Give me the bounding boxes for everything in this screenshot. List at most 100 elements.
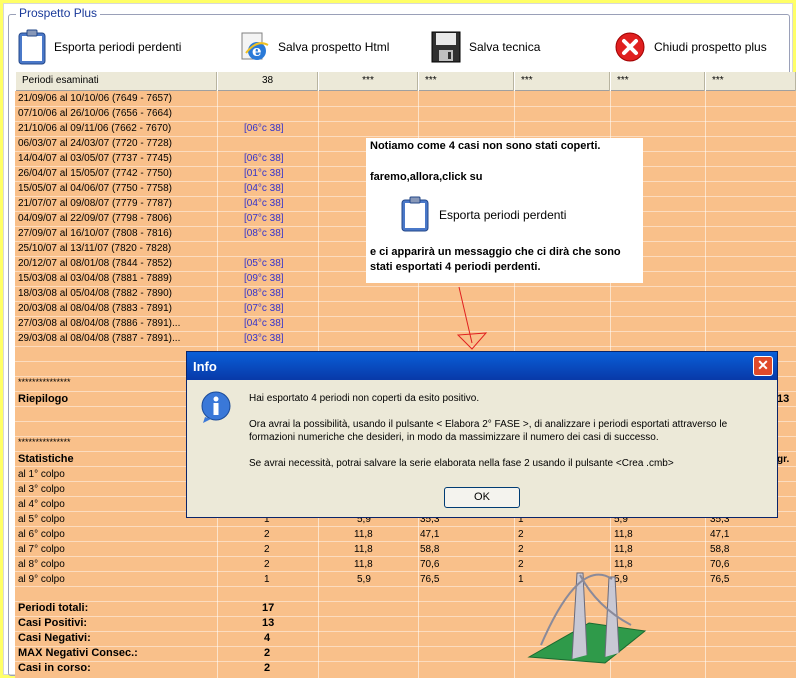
colpo-label: al 9° colpo — [18, 574, 65, 585]
period-range: 06/03/07 al 24/03/07 (7720 - 7728) — [18, 138, 173, 149]
header-col-6[interactable]: *** — [610, 72, 705, 91]
period-range: 15/03/08 al 03/04/08 (7881 - 7889) — [18, 273, 173, 284]
period-hint: [08°c 38] — [244, 228, 284, 239]
note-line: stati esportati 4 periodi perdenti. — [370, 261, 541, 273]
row-divider — [15, 106, 796, 107]
period-hint: [05°c 38] — [244, 258, 284, 269]
colpo-label: al 1° colpo — [18, 469, 65, 480]
row-divider — [15, 331, 796, 332]
header-col-38[interactable]: 38 — [217, 72, 318, 91]
note-line: faremo,allora,click su — [370, 171, 483, 183]
save-technique-label: Salva tecnica — [469, 40, 541, 54]
colpo-label: al 3° colpo — [18, 484, 65, 495]
header-periodi-esaminati[interactable]: Periodi esaminati — [15, 72, 217, 91]
header-col-5[interactable]: *** — [514, 72, 610, 91]
row-divider — [15, 571, 796, 572]
period-range: 29/03/08 al 08/04/08 (7887 - 7891)... — [18, 333, 181, 344]
header-col-3[interactable]: *** — [318, 72, 418, 91]
period-range: 21/10/06 al 09/11/06 (7662 - 7670) — [18, 123, 172, 134]
close-prospetto-label: Chiudi prospetto plus — [654, 40, 767, 54]
riepilogo-value: 13 — [777, 393, 790, 405]
colpo-value: 2 — [264, 529, 270, 540]
colpo-value: 47,1 — [710, 529, 730, 540]
period-range: 20/12/07 al 08/01/08 (7844 - 7852) — [18, 258, 173, 269]
colpo-label: al 8° colpo — [18, 559, 65, 570]
period-hint: [03°c 38] — [244, 333, 284, 344]
colpo-label: al 6° colpo — [18, 529, 65, 540]
period-hint: [01°c 38] — [244, 168, 284, 179]
colpo-value: 58,8 — [420, 544, 440, 555]
colpo-label: al 5° colpo — [18, 514, 65, 525]
period-range: 25/10/07 al 13/11/07 (7820 - 7828) — [18, 243, 172, 254]
period-range: 07/10/06 al 26/10/06 (7656 - 7664) — [18, 108, 173, 119]
colpo-label: al 7° colpo — [18, 544, 65, 555]
row-divider — [15, 601, 796, 602]
close-prospetto-button[interactable]: Chiudi prospetto plus — [614, 28, 767, 66]
dialog-message: Hai esportato 4 periodi non coperti da e… — [249, 393, 480, 404]
period-range: 14/04/07 al 03/05/07 (7737 - 7745) — [18, 153, 173, 164]
statistiche-label: Statistiche — [18, 453, 74, 465]
dialog-message: Ora avrai la possibilità, usando il puls… — [249, 419, 728, 430]
colpo-value: 47,1 — [420, 529, 440, 540]
period-hint: [04°c 38] — [244, 183, 284, 194]
colpo-label: al 4° colpo — [18, 499, 65, 510]
colpo-value: 2 — [518, 529, 524, 540]
colpo-value: 2 — [518, 559, 524, 570]
total-value: 17 — [262, 602, 275, 614]
table-header: Periodi esaminati 38 *** *** *** *** *** — [15, 72, 796, 91]
total-value: 4 — [264, 632, 271, 644]
colpo-value: 70,6 — [420, 559, 440, 570]
total-value: 2 — [264, 662, 271, 674]
row-divider — [15, 661, 796, 662]
floppy-disk-icon — [431, 31, 461, 63]
header-col-4[interactable]: *** — [418, 72, 514, 91]
colpo-value: 76,5 — [710, 574, 730, 585]
dialog-close-button[interactable]: ✕ — [753, 356, 773, 376]
clipboard-icon — [18, 29, 46, 65]
colpo-value: 58,8 — [710, 544, 730, 555]
save-html-button[interactable]: e Salva prospetto Html — [240, 28, 389, 66]
colpo-value: 11,8 — [354, 544, 373, 555]
period-range: 27/09/07 al 16/10/07 (7808 - 7816) — [18, 228, 173, 239]
colpo-value: 76,5 — [420, 574, 440, 585]
total-value: 2 — [264, 647, 271, 659]
period-hint: [06°c 38] — [244, 153, 284, 164]
period-hint: [06°c 38] — [244, 123, 284, 134]
group-title: Prospetto Plus — [16, 6, 101, 20]
period-range: 15/05/07 al 04/06/07 (7750 - 7758) — [18, 183, 173, 194]
row-divider — [15, 136, 796, 137]
dialog-title-bar[interactable]: Info ✕ — [187, 352, 777, 380]
period-range: 21/07/07 al 09/08/07 (7779 - 7787) — [18, 198, 173, 209]
period-hint: [08°c 38] — [244, 288, 284, 299]
export-losing-periods-button[interactable]: Esporta periodi perdenti — [18, 28, 181, 66]
save-technique-button[interactable]: Salva tecnica — [431, 28, 540, 66]
riepilogo-label: Riepilogo — [18, 393, 69, 405]
period-range: 27/03/08 al 08/04/08 (7886 - 7891)... — [18, 318, 181, 329]
total-label: Periodi totali: — [18, 602, 89, 614]
note-line: Notiamo come 4 casi non sono stati coper… — [370, 140, 601, 152]
separator: *************** — [18, 437, 71, 447]
clipboard-icon — [401, 196, 429, 232]
separator: *************** — [18, 377, 71, 387]
row-divider — [15, 301, 796, 302]
colpo-value: 70,6 — [710, 559, 730, 570]
row-divider — [15, 541, 796, 542]
dialog-title: Info — [193, 359, 217, 374]
colpo-value: 11,8 — [614, 544, 633, 555]
total-label: Casi Positivi: — [18, 617, 88, 629]
colpo-value: 11,8 — [614, 529, 633, 540]
save-html-label: Salva prospetto Html — [278, 40, 390, 54]
period-hint: [04°c 38] — [244, 198, 284, 209]
tutorial-note: Notiamo come 4 casi non sono stati coper… — [366, 138, 643, 283]
info-icon — [201, 391, 231, 423]
total-value: 13 — [262, 617, 275, 629]
colpo-value: 2 — [518, 544, 524, 555]
row-divider — [15, 121, 796, 122]
row-divider — [15, 556, 796, 557]
header-col-7[interactable]: *** — [705, 72, 796, 91]
period-range: 21/09/06 al 10/10/06 (7649 - 7657) — [18, 93, 173, 104]
colpo-value: 1 — [264, 574, 270, 585]
ok-button[interactable]: OK — [444, 487, 520, 508]
colpo-value: 11,8 — [354, 529, 373, 540]
row-divider — [15, 631, 796, 632]
